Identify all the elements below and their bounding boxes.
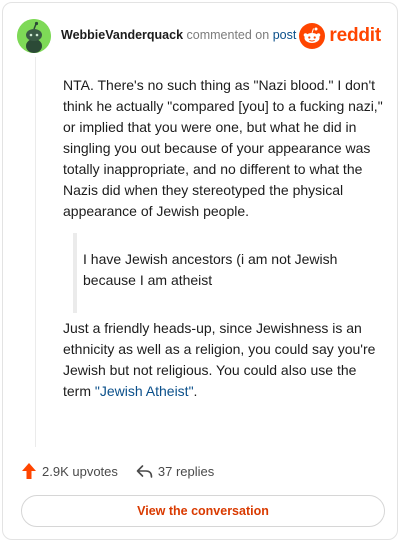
comment-paragraph: Just a friendly heads-up, since Jewishne… (63, 318, 383, 402)
reply-arrow-icon (136, 464, 153, 478)
reddit-snoo-icon (299, 23, 326, 49)
jewish-atheist-link[interactable]: "Jewish Atheist" (95, 383, 194, 399)
upvote-button[interactable]: 2.9K upvotes (21, 462, 118, 480)
quote-text: I have Jewish ancestors (i am not Jewish… (83, 251, 338, 288)
thread-line (35, 57, 36, 447)
upvote-arrow-icon (22, 463, 36, 479)
embedded-comment-card: WebbieVanderquack commented on post redd… (2, 2, 398, 540)
reply-count: 37 replies (157, 463, 215, 479)
commented-on-text: commented on (186, 28, 270, 42)
comment-body: NTA. There's no such thing as "Nazi bloo… (63, 75, 383, 429)
comment-header: WebbieVanderquack commented on post redd… (17, 19, 383, 53)
view-conversation-button[interactable]: View the conversation (21, 495, 385, 527)
author-name[interactable]: WebbieVanderquack (61, 28, 183, 42)
replies-button[interactable]: 37 replies (136, 464, 214, 479)
comment-footer: 2.9K upvotes 37 replies (21, 461, 214, 481)
reddit-logo[interactable]: reddit (299, 21, 381, 51)
user-avatar[interactable] (17, 19, 51, 53)
author-line: WebbieVanderquack commented on post (61, 28, 296, 42)
post-link[interactable]: post (273, 28, 297, 42)
blockquote: I have Jewish ancestors (i am not Jewish… (63, 233, 383, 313)
comment-paragraph: NTA. There's no such thing as "Nazi bloo… (63, 77, 383, 219)
upvote-count: 2.9K upvotes (42, 463, 118, 479)
reddit-wordmark: reddit (329, 25, 381, 46)
paragraph-end: . (193, 383, 198, 399)
snoo-avatar-icon (17, 19, 51, 53)
quote-bar (73, 233, 77, 313)
